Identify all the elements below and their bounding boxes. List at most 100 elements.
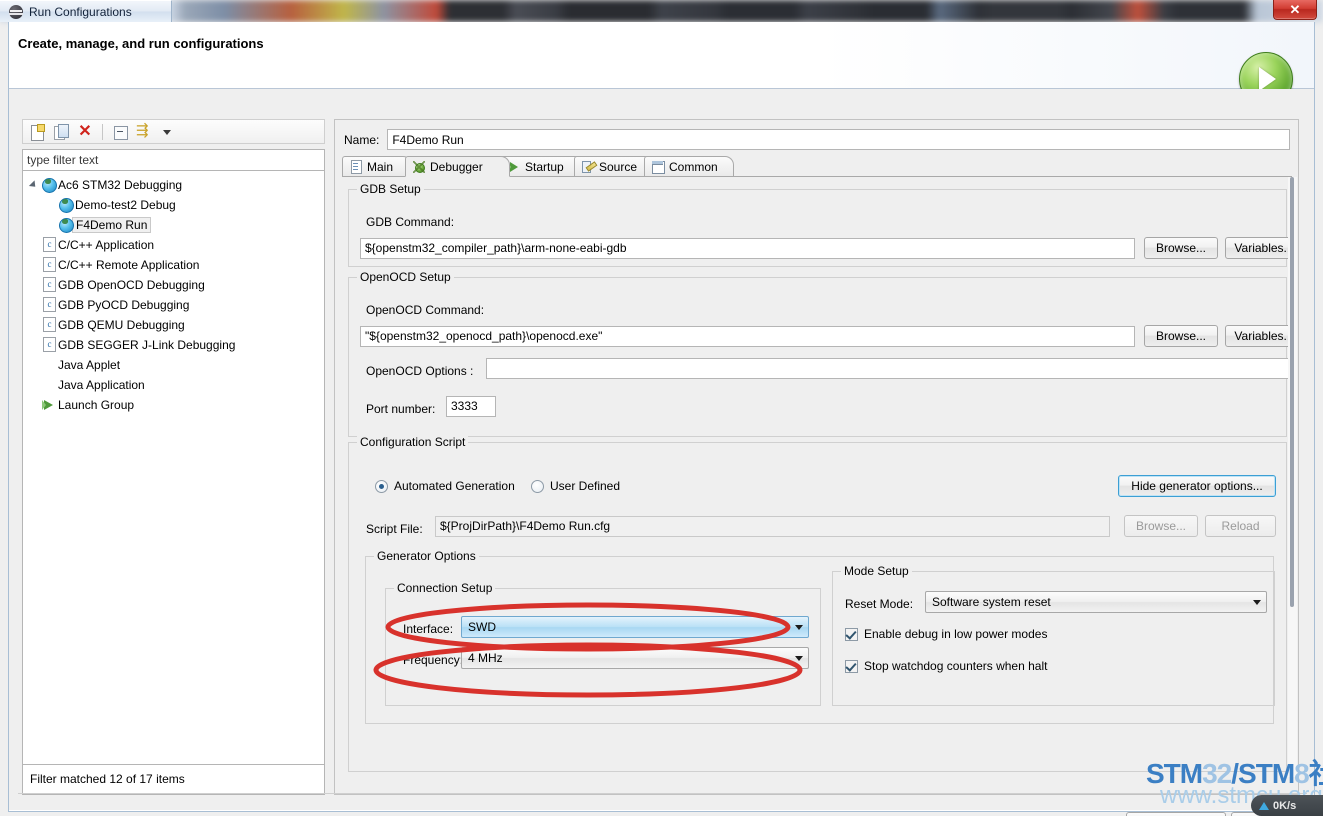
tree-toolbar: ✕ bbox=[22, 119, 325, 144]
close-window-button[interactable]: ✕ bbox=[1273, 0, 1317, 20]
interface-combobox[interactable]: SWD bbox=[461, 616, 809, 638]
frequency-combobox[interactable]: 4 MHz bbox=[461, 647, 809, 669]
script-file-label: Script File: bbox=[366, 522, 423, 536]
footer-separator bbox=[18, 793, 1307, 794]
source-edit-icon bbox=[581, 160, 595, 174]
tab-startup[interactable]: Startup bbox=[500, 156, 584, 177]
tree-item-gdb-openocd-debugging[interactable]: GDB OpenOCD Debugging bbox=[23, 275, 324, 295]
name-input[interactable] bbox=[387, 129, 1290, 150]
network-speed-value: 0K/s bbox=[1273, 799, 1297, 812]
stop-watchdog-checkbox[interactable] bbox=[845, 660, 858, 673]
tree-item-gdb-pyocd-debugging[interactable]: GDB PyOCD Debugging bbox=[23, 295, 324, 315]
upload-arrow-icon bbox=[1259, 801, 1269, 810]
openocd-setup-group: OpenOCD Setup OpenOCD Command: "${openst… bbox=[348, 270, 1292, 437]
tree-item-label: GDB PyOCD Debugging bbox=[58, 298, 190, 312]
openocd-command-input[interactable]: "${openstm32_openocd_path}\openocd.exe" bbox=[360, 326, 1135, 347]
gdb-command-label: GDB Command: bbox=[366, 215, 455, 229]
tree-item-label: Demo-test2 Debug bbox=[75, 198, 176, 212]
reset-mode-combobox[interactable]: Software system reset bbox=[925, 591, 1267, 613]
reset-mode-value: Software system reset bbox=[932, 595, 1051, 609]
new-configuration-icon[interactable] bbox=[27, 122, 47, 142]
configuration-script-legend: Configuration Script bbox=[357, 435, 469, 449]
tab-common[interactable]: Common bbox=[644, 156, 734, 177]
tree-item-demo-test2-debug[interactable]: Demo-test2 Debug bbox=[23, 195, 324, 215]
toolbar-separator bbox=[102, 123, 103, 140]
tab-source[interactable]: Source bbox=[574, 156, 654, 177]
delete-configuration-icon[interactable]: ✕ bbox=[75, 122, 95, 142]
scrollbar-thumb[interactable] bbox=[1290, 177, 1294, 607]
enable-debug-low-power-checkbox[interactable] bbox=[845, 628, 858, 641]
tree-item-label: Java Application bbox=[58, 378, 145, 392]
frequency-label: Frequency: bbox=[403, 653, 464, 667]
tree-item-gdb-segger-jlink-debugging[interactable]: GDB SEGGER J-Link Debugging bbox=[23, 335, 324, 355]
gdb-command-browse-button[interactable]: Browse... bbox=[1144, 237, 1218, 259]
window-title-tab[interactable]: Run Configurations bbox=[0, 0, 172, 22]
run-configurations-dialog: Create, manage, and run configurations ✕ bbox=[8, 22, 1323, 816]
chevron-down-icon[interactable] bbox=[1248, 592, 1266, 612]
gdb-command-input[interactable]: ${openstm32_compiler_path}\arm-none-eabi… bbox=[360, 238, 1135, 259]
tree-item-c-cpp-application[interactable]: C/C++ Application bbox=[23, 235, 324, 255]
run-button[interactable]: Run bbox=[1126, 812, 1226, 816]
automated-generation-radio[interactable] bbox=[375, 480, 388, 493]
c-file-icon bbox=[40, 257, 58, 273]
tree-item-c-cpp-remote-application[interactable]: C/C++ Remote Application bbox=[23, 255, 324, 275]
script-file-browse-button[interactable]: Browse... bbox=[1124, 515, 1198, 537]
c-file-icon bbox=[40, 337, 58, 353]
gdb-setup-group: GDB Setup GDB Command: ${openstm32_compi… bbox=[348, 182, 1292, 267]
tree-item-label: GDB SEGGER J-Link Debugging bbox=[58, 338, 236, 352]
tree-item-gdb-qemu-debugging[interactable]: GDB QEMU Debugging bbox=[23, 315, 324, 335]
connection-setup-group: Connection Setup Interface: SWD Frequenc… bbox=[385, 581, 821, 706]
tab-label: Source bbox=[599, 160, 638, 174]
openocd-command-label: OpenOCD Command: bbox=[366, 303, 485, 317]
configurations-tree[interactable]: Ac6 STM32 Debugging Demo-test2 Debug F4D… bbox=[22, 171, 325, 765]
interface-label: Interface: bbox=[403, 622, 454, 636]
globe-icon bbox=[57, 217, 75, 233]
tree-item-label: Launch Group bbox=[58, 398, 135, 412]
chevron-down-icon[interactable] bbox=[790, 617, 808, 637]
document-icon bbox=[349, 160, 363, 174]
chevron-down-icon[interactable] bbox=[158, 122, 178, 142]
script-file-reload-button[interactable]: Reload bbox=[1205, 515, 1276, 537]
expand-arrow-icon[interactable] bbox=[27, 180, 40, 190]
mode-setup-group: Mode Setup Reset Mode: Software system r… bbox=[832, 564, 1275, 706]
duplicate-configuration-icon[interactable] bbox=[51, 122, 71, 142]
openocd-command-variables-button[interactable]: Variables... bbox=[1225, 325, 1292, 347]
tree-item-f4demo-run[interactable]: F4Demo Run bbox=[23, 215, 324, 235]
tree-item-launch-group[interactable]: Launch Group bbox=[23, 395, 324, 415]
filter-input[interactable] bbox=[22, 149, 325, 171]
generator-options-group: Generator Options Connection Setup Inter… bbox=[365, 549, 1275, 724]
automated-generation-label: Automated Generation bbox=[394, 479, 515, 493]
c-file-icon bbox=[40, 237, 58, 253]
configuration-editor-panel: Name: Main Debugger Startup bbox=[334, 119, 1299, 795]
tree-item-label: GDB QEMU Debugging bbox=[58, 318, 185, 332]
tree-item-label: C/C++ Remote Application bbox=[58, 258, 200, 272]
gdb-command-variables-button[interactable]: Variables... bbox=[1225, 237, 1292, 259]
openocd-setup-legend: OpenOCD Setup bbox=[357, 270, 454, 284]
configuration-script-group: Configuration Script Automated Generatio… bbox=[348, 435, 1287, 772]
c-file-icon bbox=[40, 277, 58, 293]
openocd-command-browse-button[interactable]: Browse... bbox=[1144, 325, 1218, 347]
port-number-input[interactable]: 3333 bbox=[446, 396, 496, 417]
user-defined-radio[interactable] bbox=[531, 480, 544, 493]
filter-icon[interactable] bbox=[134, 121, 154, 142]
tab-debugger[interactable]: Debugger bbox=[405, 156, 510, 177]
c-file-icon bbox=[40, 297, 58, 313]
openocd-options-input[interactable] bbox=[486, 358, 1292, 379]
gdb-setup-legend: GDB Setup bbox=[357, 182, 424, 196]
hide-generator-options-button[interactable]: Hide generator options... bbox=[1118, 475, 1276, 497]
network-speed-widget[interactable]: 0K/s bbox=[1251, 795, 1323, 816]
script-file-input[interactable]: ${ProjDirPath}\F4Demo Run.cfg bbox=[435, 516, 1110, 537]
tree-item-java-application[interactable]: Java Application bbox=[23, 375, 324, 395]
configuration-name-row: Name: bbox=[344, 129, 1290, 150]
tree-item-java-applet[interactable]: Java Applet bbox=[23, 355, 324, 375]
no-icon bbox=[40, 357, 58, 373]
enable-debug-low-power-label: Enable debug in low power modes bbox=[864, 627, 1048, 641]
editor-vertical-scrollbar[interactable] bbox=[1288, 177, 1297, 777]
tree-item-label: F4Demo Run bbox=[72, 217, 152, 233]
mode-setup-legend: Mode Setup bbox=[841, 564, 912, 578]
tab-main[interactable]: Main bbox=[342, 156, 412, 177]
collapse-all-icon[interactable] bbox=[110, 122, 130, 142]
tree-item-ac6-stm32-debugging[interactable]: Ac6 STM32 Debugging bbox=[23, 175, 324, 195]
tab-label: Main bbox=[367, 160, 394, 174]
chevron-down-icon[interactable] bbox=[790, 648, 808, 668]
